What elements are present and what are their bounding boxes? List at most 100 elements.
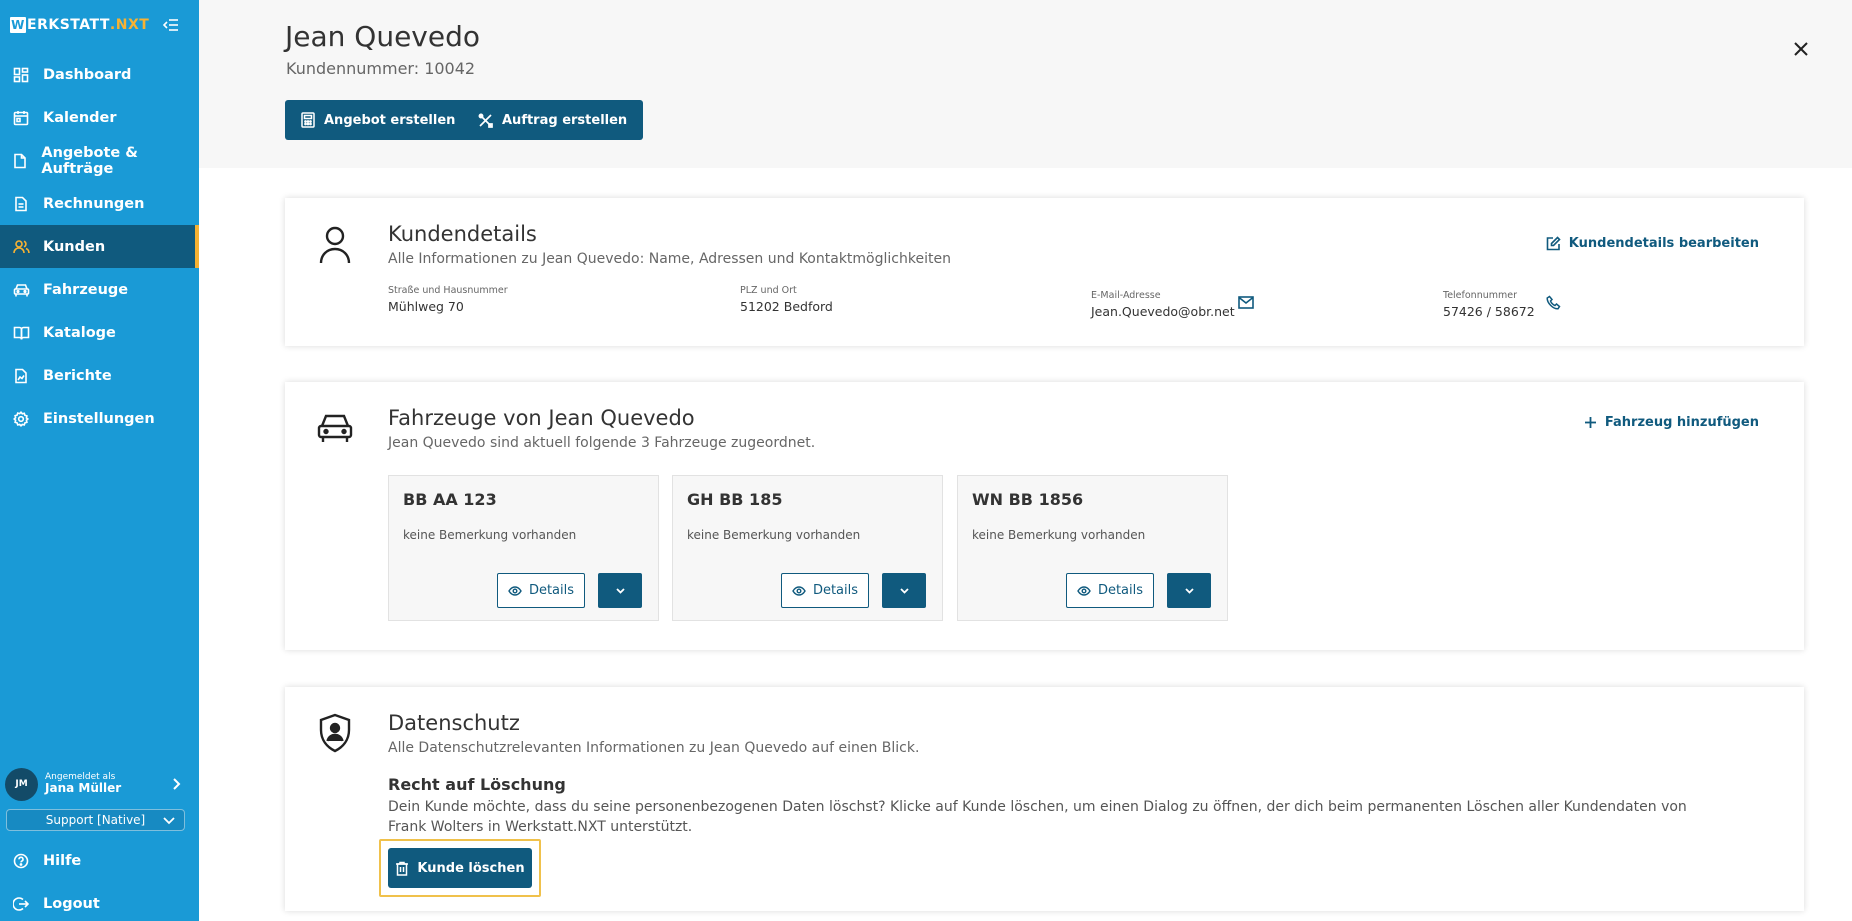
- customer-number: Kundennummer: 10042: [286, 59, 476, 78]
- gear-icon: [12, 410, 30, 428]
- vehicle-plate: GH BB 185: [687, 490, 783, 509]
- car-icon: [12, 281, 30, 299]
- calendar-icon: [12, 109, 30, 127]
- add-vehicle-button[interactable]: Fahrzeug hinzufügen: [1584, 415, 1759, 430]
- edit-customer-details-label: Kundendetails bearbeiten: [1568, 236, 1759, 251]
- vehicles-card: Fahrzeuge von Jean Quevedo Jean Quevedo …: [285, 382, 1804, 650]
- phone-field: Telefonnummer 57426 / 58672: [1443, 290, 1535, 319]
- tools-icon: [478, 113, 493, 128]
- create-offer-button[interactable]: Angebot erstellen: [285, 100, 472, 140]
- vehicle-details-label: Details: [528, 583, 575, 598]
- sidebar-item-dashboard[interactable]: Dashboard: [0, 53, 199, 96]
- phone-value: 57426 / 58672: [1443, 304, 1535, 319]
- sidebar-item-label: Fahrzeuge: [43, 281, 129, 298]
- sidebar-item-label: Rechnungen: [43, 195, 145, 212]
- customer-details-subtitle: Alle Informationen zu Jean Quevedo: Name…: [388, 251, 951, 267]
- vehicle-note: keine Bemerkung vorhanden: [972, 528, 1146, 542]
- vehicle-note: keine Bemerkung vorhanden: [403, 528, 577, 542]
- street-field: Straße und Hausnummer Mühlweg 70: [388, 285, 508, 314]
- help-link[interactable]: Hilfe: [0, 843, 199, 879]
- sidebar-item-berichte[interactable]: Berichte: [0, 354, 199, 397]
- vehicle-plate: BB AA 123: [403, 490, 497, 509]
- close-icon[interactable]: [1790, 38, 1812, 60]
- sidebar-item-kalender[interactable]: Kalender: [0, 96, 199, 139]
- customer-details-title: Kundendetails: [388, 222, 537, 246]
- vehicle-details-label: Details: [1097, 583, 1144, 598]
- logout-icon: [12, 895, 30, 913]
- users-icon: [12, 238, 30, 256]
- street-value: Mühlweg 70: [388, 299, 464, 314]
- user-menu[interactable]: JM Angemeldet als Jana Müller: [5, 766, 189, 802]
- vehicle-card: WN BB 1856 keine Bemerkung vorhanden Det…: [957, 475, 1228, 621]
- user-info: Angemeldet als Jana Müller: [45, 772, 172, 796]
- street-label: Straße und Hausnummer: [388, 285, 508, 296]
- vehicle-details-button[interactable]: Details: [497, 573, 585, 608]
- sidebar-item-label: Kalender: [43, 109, 117, 126]
- phone-icon[interactable]: [1546, 295, 1561, 310]
- city-value: 51202 Bedford: [740, 299, 833, 314]
- collapse-sidebar-icon[interactable]: [161, 15, 181, 35]
- sidebar-item-kataloge[interactable]: Kataloge: [0, 311, 199, 354]
- user-name: Jana Müller: [45, 781, 122, 796]
- customer-details-card: Kundendetails Alle Informationen zu Jean…: [285, 198, 1804, 346]
- add-vehicle-label: Fahrzeug hinzufügen: [1604, 415, 1759, 430]
- support-select-value: Support [Native]: [45, 813, 146, 827]
- support-select[interactable]: Support [Native]: [6, 809, 185, 831]
- sidebar-item-label: Kataloge: [43, 324, 116, 341]
- page-header: Jean Quevedo Kundennummer: 10042 Angebot…: [199, 0, 1852, 168]
- sidebar-item-einstellungen[interactable]: Einstellungen: [0, 397, 199, 440]
- vehicle-details-button[interactable]: Details: [1066, 573, 1154, 608]
- sidebar-item-rechnungen[interactable]: Rechnungen: [0, 182, 199, 225]
- vehicle-more-button[interactable]: [598, 573, 642, 608]
- deletion-title: Recht auf Löschung: [388, 775, 566, 794]
- shield-user-icon: [315, 711, 355, 755]
- trash-icon: [395, 861, 409, 876]
- sidebar-nav: Dashboard Kalender Angebote & Aufträge R…: [0, 53, 199, 440]
- city-field: PLZ und Ort 51202 Bedford: [740, 285, 833, 314]
- invoice-icon: [12, 195, 30, 213]
- vehicle-note: keine Bemerkung vorhanden: [687, 528, 861, 542]
- chevron-right-icon: [172, 778, 181, 790]
- sidebar-item-fahrzeuge[interactable]: Fahrzeuge: [0, 268, 199, 311]
- app-logo[interactable]: W ERKSTATT .NXT: [10, 17, 149, 33]
- chevron-down-icon: [163, 814, 175, 828]
- sidebar-item-kunden[interactable]: Kunden: [0, 225, 199, 268]
- logo-row: W ERKSTATT .NXT: [10, 14, 181, 36]
- edit-customer-details-button[interactable]: Kundendetails bearbeiten: [1546, 236, 1759, 251]
- logout-link[interactable]: Logout: [0, 886, 199, 921]
- report-icon: [12, 367, 30, 385]
- dashboard-icon: [12, 66, 30, 84]
- privacy-title: Datenschutz: [388, 711, 520, 735]
- delete-customer-label: Kunde löschen: [417, 860, 525, 876]
- sidebar-item-label: Angebote & Aufträge: [41, 144, 138, 177]
- vehicles-title: Fahrzeuge von Jean Quevedo: [388, 406, 695, 430]
- vehicle-more-button[interactable]: [1167, 573, 1211, 608]
- email-value: Jean.Quevedo@obr.net: [1091, 304, 1235, 319]
- eye-icon: [792, 585, 806, 596]
- help-label: Hilfe: [43, 853, 82, 869]
- city-label: PLZ und Ort: [740, 285, 797, 296]
- chevron-down-icon: [615, 587, 625, 594]
- create-order-button[interactable]: Auftrag erstellen: [462, 100, 644, 140]
- create-offer-label: Angebot erstellen: [324, 112, 456, 128]
- sidebar-item-label: Berichte: [43, 367, 112, 384]
- sidebar-item-label: Einstellungen: [43, 410, 155, 427]
- calculator-icon: [301, 112, 315, 128]
- create-order-label: Auftrag erstellen: [502, 112, 628, 128]
- vehicles-subtitle: Jean Quevedo sind aktuell folgende 3 Fah…: [388, 435, 816, 451]
- delete-customer-highlight: Kunde löschen: [379, 839, 541, 897]
- privacy-subtitle: Alle Datenschutzrelevanten Informationen…: [388, 740, 920, 756]
- sidebar: W ERKSTATT .NXT Dashboard Kalender Angebot…: [0, 0, 199, 921]
- privacy-card: Datenschutz Alle Datenschutzrelevanten I…: [285, 687, 1804, 911]
- eye-icon: [1077, 585, 1091, 596]
- sidebar-item-angebote[interactable]: Angebote & Aufträge: [0, 139, 199, 182]
- delete-customer-button[interactable]: Kunde löschen: [388, 848, 532, 888]
- logout-label: Logout: [43, 896, 100, 912]
- mail-icon[interactable]: [1238, 296, 1254, 309]
- vehicle-more-button[interactable]: [882, 573, 926, 608]
- edit-icon: [1546, 236, 1561, 251]
- avatar: JM: [5, 767, 38, 801]
- vehicle-details-button[interactable]: Details: [781, 573, 869, 608]
- help-icon: [12, 852, 30, 870]
- logo-suffix: .NXT: [109, 17, 150, 33]
